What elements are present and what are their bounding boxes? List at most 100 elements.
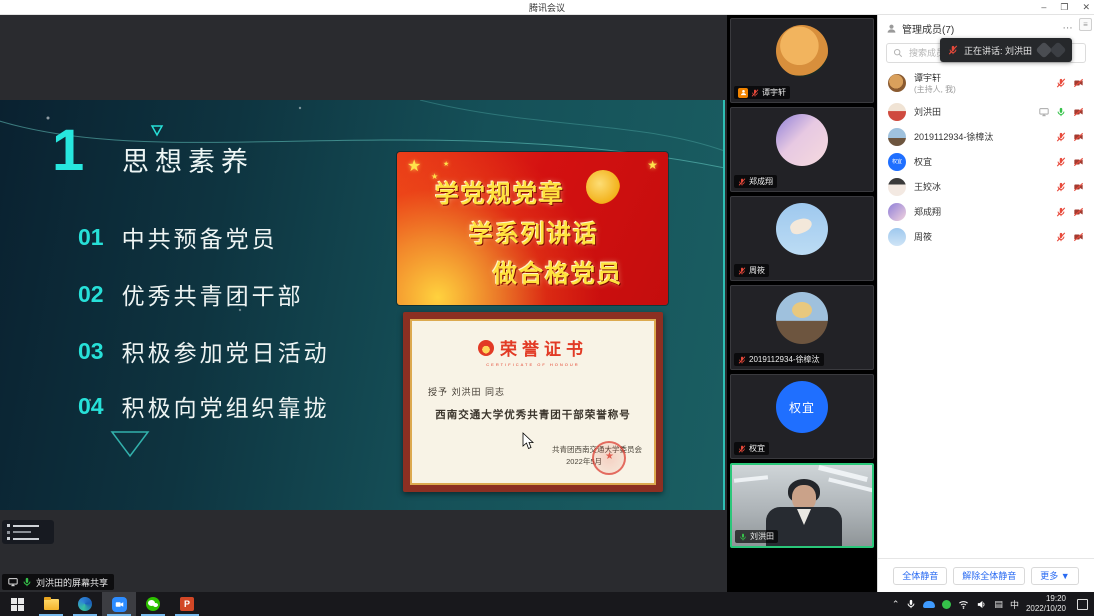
- camera-off-icon[interactable]: [1073, 207, 1084, 217]
- tile-name: 刘洪田: [750, 531, 774, 542]
- windows-taskbar: P ⌃ ▤ 中 19:20 2022/10/20: [0, 592, 1094, 616]
- camera-off-icon[interactable]: [1073, 107, 1084, 117]
- members-icon: [886, 23, 897, 34]
- mic-muted-icon: [738, 267, 746, 275]
- volume-icon[interactable]: [976, 599, 987, 610]
- mic-muted-icon: [738, 445, 746, 453]
- league-emblem-icon: [478, 340, 494, 356]
- member-row[interactable]: 刘洪田: [878, 99, 1094, 124]
- camera-off-icon[interactable]: [1073, 78, 1084, 88]
- speaking-toast: 正在讲话: 刘洪田: [940, 38, 1072, 62]
- camera-off-icon[interactable]: [1073, 182, 1084, 192]
- presentation-slide: 1 思想素养 01 中共预备党员 02 优秀共青团干部 03 积极参加党日活动 …: [0, 100, 725, 510]
- slide-list-item: 02 优秀共青团干部: [78, 277, 304, 311]
- tencent-meeting-window: 腾讯会议 – ❐ ✕: [0, 0, 1094, 616]
- slide-list-item: 04 积极向党组织靠拢: [78, 389, 330, 423]
- red-seal-stamp: [592, 441, 626, 475]
- powerpoint-button[interactable]: P: [170, 592, 204, 616]
- wechat-button[interactable]: [136, 592, 170, 616]
- share-banner-label: 刘洪田的屏幕共享: [36, 576, 108, 589]
- avatar: [888, 178, 906, 196]
- wifi-icon[interactable]: [958, 599, 969, 610]
- panel-more-button[interactable]: ⋯: [1063, 23, 1073, 34]
- mic-on-icon[interactable]: [1056, 107, 1066, 117]
- avatar: [888, 203, 906, 221]
- edge-button[interactable]: [68, 592, 102, 616]
- mic-muted-icon[interactable]: [1056, 232, 1066, 242]
- powerpoint-icon: P: [180, 597, 194, 611]
- tile-name: 郑成翔: [749, 176, 773, 187]
- video-tile[interactable]: 周筱: [730, 196, 874, 281]
- avatar: [776, 25, 828, 77]
- screen-share-status: 刘洪田的屏幕共享: [2, 574, 114, 590]
- mic-on-icon: [22, 577, 32, 587]
- mic-muted-icon[interactable]: [1056, 157, 1066, 167]
- avatar: 权宜: [776, 381, 828, 433]
- party-banner-image: ★ ★ ★ ★ 学党规党章 学系列讲话 做合格党员: [397, 152, 668, 305]
- mic-muted-icon: [738, 178, 746, 186]
- avatar: [888, 103, 906, 121]
- member-row[interactable]: 王姣冰: [878, 174, 1094, 199]
- taskbar-clock[interactable]: 19:20 2022/10/20: [1026, 594, 1066, 614]
- mic-muted-icon: [948, 45, 958, 55]
- mouse-cursor: [522, 432, 536, 450]
- member-row[interactable]: 谭宇轩 (主持人, 我): [878, 67, 1094, 99]
- video-tile[interactable]: 权宜 权宜: [730, 374, 874, 459]
- slide-list-item: 01 中共预备党员: [78, 220, 278, 254]
- camera-off-icon[interactable]: [1073, 157, 1084, 167]
- start-button[interactable]: [0, 592, 34, 616]
- mic-on-icon: [739, 533, 747, 541]
- tile-name: 2019112934-徐樟汰: [749, 354, 820, 365]
- tencent-meeting-taskbar-button[interactable]: [102, 592, 136, 616]
- tray-mic-icon[interactable]: [906, 599, 916, 609]
- mute-all-button[interactable]: 全体静音: [893, 567, 947, 585]
- mic-muted-icon: [751, 89, 759, 97]
- cloud-drive-icon[interactable]: [923, 601, 935, 608]
- panel-corner-handle[interactable]: ≡: [1079, 18, 1092, 31]
- search-icon: [893, 48, 903, 58]
- tray-chevron-icon[interactable]: ⌃: [892, 599, 900, 610]
- camera-off-icon[interactable]: [1073, 232, 1084, 242]
- more-button[interactable]: 更多 ▼: [1031, 567, 1078, 585]
- member-row[interactable]: 2019112934-徐樟汰: [878, 124, 1094, 149]
- speaking-toast-text: 正在讲话: 刘洪田: [964, 44, 1032, 57]
- video-tile[interactable]: 2019112934-徐樟汰: [730, 285, 874, 370]
- wechat-icon: [146, 597, 160, 611]
- action-center-icon[interactable]: [1077, 599, 1088, 610]
- mic-muted-icon[interactable]: [1056, 78, 1066, 88]
- close-button[interactable]: ✕: [1082, 0, 1090, 15]
- avatar: [776, 292, 828, 344]
- unmute-all-button[interactable]: 解除全体静音: [953, 567, 1025, 585]
- window-titlebar: 腾讯会议 – ❐ ✕: [0, 0, 1094, 15]
- ime-pen-icon[interactable]: ▤: [994, 599, 1003, 610]
- ime-language-indicator[interactable]: 中: [1010, 598, 1019, 611]
- slide-outline-widget: [2, 520, 54, 544]
- avatar: [888, 128, 906, 146]
- video-thumbnail-strip: 谭宇轩 郑成翔 周筱: [727, 15, 877, 592]
- mic-muted-icon[interactable]: [1056, 182, 1066, 192]
- system-tray: ⌃ ▤ 中 19:20 2022/10/20: [892, 592, 1094, 616]
- edge-icon: [78, 597, 92, 611]
- tile-name: 权宜: [749, 443, 765, 454]
- avatar: 权宜: [888, 153, 906, 171]
- party-emblem: [586, 170, 620, 204]
- avatar: [888, 74, 906, 92]
- mic-muted-icon[interactable]: [1056, 132, 1066, 142]
- folder-icon: [44, 599, 59, 610]
- video-tile[interactable]: 郑成翔: [730, 107, 874, 192]
- minimize-button[interactable]: –: [1041, 0, 1046, 15]
- screen-share-icon: [1039, 107, 1049, 117]
- video-tile[interactable]: 谭宇轩: [730, 18, 874, 103]
- camera-off-icon[interactable]: [1073, 132, 1084, 142]
- tile-name: 周筱: [749, 265, 765, 276]
- wechat-tray-icon[interactable]: [942, 600, 951, 609]
- mic-muted-icon: [738, 356, 746, 364]
- mic-muted-icon[interactable]: [1056, 207, 1066, 217]
- member-row[interactable]: 周筱: [878, 224, 1094, 249]
- video-tile-active-speaker[interactable]: 刘洪田: [730, 463, 874, 548]
- file-explorer-button[interactable]: [34, 592, 68, 616]
- avatar: [888, 228, 906, 246]
- member-row[interactable]: 权宜 权宜: [878, 149, 1094, 174]
- maximize-button[interactable]: ❐: [1060, 0, 1068, 15]
- member-row[interactable]: 郑成翔: [878, 199, 1094, 224]
